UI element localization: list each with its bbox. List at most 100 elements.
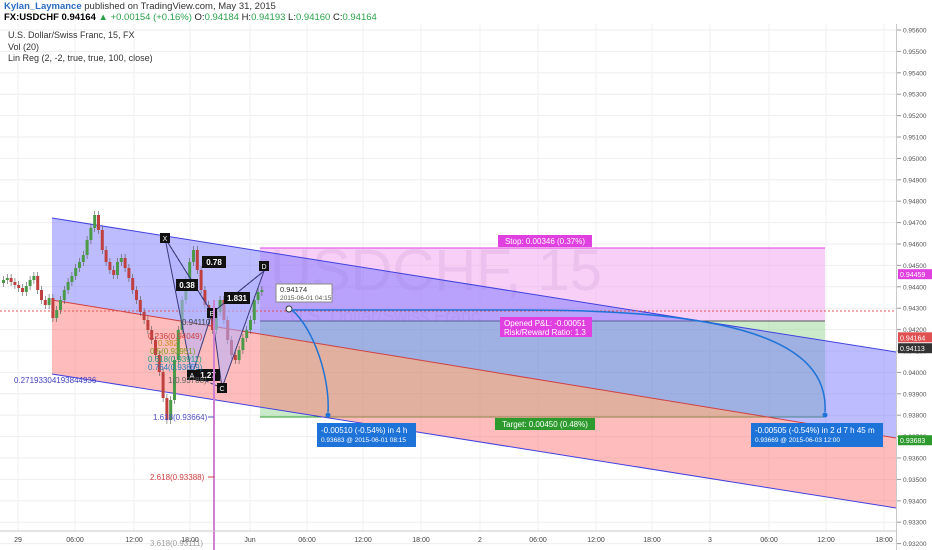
time-tick-label: Jun	[244, 537, 255, 544]
instrument-title: U.S. Dollar/Swiss Franc, 15, FX	[8, 30, 135, 40]
high-label: H:	[241, 12, 252, 23]
price-tick-label: 0.94600	[903, 242, 927, 249]
fib-2618: 2.618(0.93388)	[150, 473, 205, 482]
time-tick-label: 12:00	[587, 537, 605, 544]
high-value: 0.94193	[251, 12, 286, 23]
open-value: 0.94184	[204, 12, 239, 23]
time-tick-label: 18:00	[181, 537, 199, 544]
change-value: +0.00154 (+0.16%)	[110, 12, 192, 23]
price-tick-label: 0.95000	[903, 156, 927, 163]
price-badge-label: 0.94164	[900, 335, 925, 342]
point-d[interactable]: D	[259, 261, 269, 271]
measure-label-2[interactable]: -0.00505 (-0.54%) in 2 d 7 h 45 m 0.9366…	[751, 423, 883, 447]
linreg-indicator[interactable]: Lin Reg (2, -2, true, true, 100, close)	[8, 53, 153, 65]
publish-line: Kylan_Laymance published on TradingView.…	[4, 1, 276, 12]
price-tick-label: 0.95200	[903, 113, 927, 120]
time-tick-label: 3	[708, 537, 712, 544]
header: Kylan_Laymance published on TradingView.…	[0, 0, 932, 24]
chart-legend: U.S. Dollar/Swiss Franc, 15, FX Vol (20)…	[8, 30, 153, 65]
time-tick-label: 18:00	[875, 537, 893, 544]
time-tick-label: 18:00	[412, 537, 430, 544]
price-tick-label: 0.94900	[903, 177, 927, 184]
time-tick-label: 06:00	[760, 537, 778, 544]
low-value: 0.94160	[295, 12, 331, 23]
svg-text:-0.00505 (-0.54%) in 2 d 7 h 4: -0.00505 (-0.54%) in 2 d 7 h 45 m	[755, 426, 875, 435]
time-tick-label: 06:00	[529, 537, 547, 544]
price-tick-label: 0.95400	[903, 70, 927, 77]
symbol-line: FX:USDCHF 0.94164 ▲ +0.00154 (+0.16%) O:…	[4, 12, 377, 23]
time-tick-label: 2	[478, 537, 482, 544]
time-axis[interactable]: 29 06:00 12:00 18:00 Jun 06:00 12:00 18:00 2 06:0…	[0, 530, 896, 544]
price-tick-label: 0.93800	[903, 413, 927, 420]
point-x[interactable]: X	[160, 233, 170, 243]
price-badge-label: 0.94113	[900, 346, 925, 353]
svg-text:D: D	[261, 264, 266, 271]
price-axis[interactable]: 0.95600 0.95500 0.95400 0.95300 0.95200 0.951…	[896, 24, 932, 550]
price-tick-label: 0.95100	[903, 135, 927, 142]
risk-reward: Risk/Reward Ratio: 1.3	[504, 328, 586, 337]
measure-label-1[interactable]: -0.00510 (-0.54%) in 4 h 0.93683 @ 2015-…	[317, 423, 416, 447]
svg-text:Stop: 0.00346 (0.37%): Stop: 0.00346 (0.37%)	[505, 237, 585, 246]
up-arrow-icon: ▲	[98, 12, 108, 23]
open-label: O:	[194, 12, 205, 23]
opened-pnl-label[interactable]: Opened P&L: -0.00051 Risk/Reward Ratio: …	[500, 317, 592, 337]
author-link[interactable]: Kylan_Laymance	[4, 1, 82, 12]
vol-indicator[interactable]: Vol (20)	[8, 42, 153, 54]
ratio-ab: 0.38	[176, 279, 198, 291]
price-tick-label: 0.93900	[903, 391, 927, 398]
symbol-name: FX:USDCHF	[4, 12, 59, 23]
published-text: published on TradingView.com, May 31, 20…	[84, 1, 276, 12]
price-tick-label: 0.94300	[903, 306, 927, 313]
svg-text:C: C	[219, 386, 224, 393]
marker-date: 2015-06-01 04:15	[280, 295, 332, 302]
close-value: 0.94164	[342, 12, 377, 23]
svg-text:1.831: 1.831	[227, 294, 248, 303]
price-tick-label: 0.93300	[903, 520, 927, 527]
price-tick-label: 0.93400	[903, 498, 927, 505]
fib-1618: 1.618(0.93664)	[153, 413, 208, 422]
price-tick-label: 0.95300	[903, 92, 927, 99]
price-tick-label: 0.94500	[903, 263, 927, 270]
stop-label[interactable]: Stop: 0.00346 (0.37%)	[498, 235, 592, 247]
time-tick-label: 12:00	[354, 537, 372, 544]
fib-1: 1(0.93788)	[168, 376, 207, 385]
chart-pane[interactable]: USDCHF, 15 U.S. Dollar/Swiss Franc X A B…	[0, 24, 896, 550]
price-tick-label: 0.93600	[903, 456, 927, 463]
measure-end-1	[325, 412, 331, 418]
point-b[interactable]: B	[207, 308, 217, 318]
price-tick-label: 0.93200	[903, 541, 927, 548]
time-tick-label: 18:00	[643, 537, 661, 544]
price-tick-label: 0.95600	[903, 28, 927, 35]
fib-0764: 0.764(0.93859)	[148, 363, 203, 372]
measure-end-2	[822, 412, 828, 418]
price-tick-label: 0.94800	[903, 199, 927, 206]
time-tick-label: 12:00	[125, 537, 143, 544]
channel-level-label: 0.27193304193844936	[14, 376, 97, 385]
target-label[interactable]: Target: 0.00450 (0.48%)	[495, 418, 595, 430]
marker-price: 0.94174	[280, 285, 307, 294]
svg-text:Target: 0.00450 (0.48%): Target: 0.00450 (0.48%)	[502, 420, 588, 429]
ratio-xb: 0.78	[202, 256, 226, 268]
svg-text:0.38: 0.38	[179, 281, 195, 290]
time-tick-label: 12:00	[817, 537, 835, 544]
svg-text:0.78: 0.78	[206, 258, 222, 267]
price-badge-label: 0.93683	[900, 438, 925, 445]
svg-text:X: X	[163, 236, 168, 243]
svg-text:-0.00510 (-0.54%) in 4 h: -0.00510 (-0.54%) in 4 h	[321, 426, 407, 435]
price-tick-label: 0.94700	[903, 220, 927, 227]
svg-text:0.93669 @ 2015-06-03 12:00: 0.93669 @ 2015-06-03 12:00	[755, 437, 840, 444]
price-tick-label: 0.94000	[903, 370, 927, 377]
last-price: 0.94164	[61, 12, 96, 23]
time-tick-label: 06:00	[66, 537, 84, 544]
price-tick-label: 0.95500	[903, 49, 927, 56]
opened-pnl: Opened P&L: -0.00051	[504, 319, 586, 328]
point-c[interactable]: C	[217, 383, 227, 393]
price-tick-label: 0.93500	[903, 477, 927, 484]
fib-d-price: 0.94110	[182, 318, 211, 327]
low-label: L:	[288, 12, 296, 23]
time-tick-label: 06:00	[298, 537, 316, 544]
price-badge-label: 0.94459	[900, 272, 925, 279]
time-tick-label: 29	[14, 537, 22, 544]
svg-text:0.93683 @ 2015-06-01 08:15: 0.93683 @ 2015-06-01 08:15	[321, 437, 406, 444]
price-tick-label: 0.94400	[903, 284, 927, 291]
